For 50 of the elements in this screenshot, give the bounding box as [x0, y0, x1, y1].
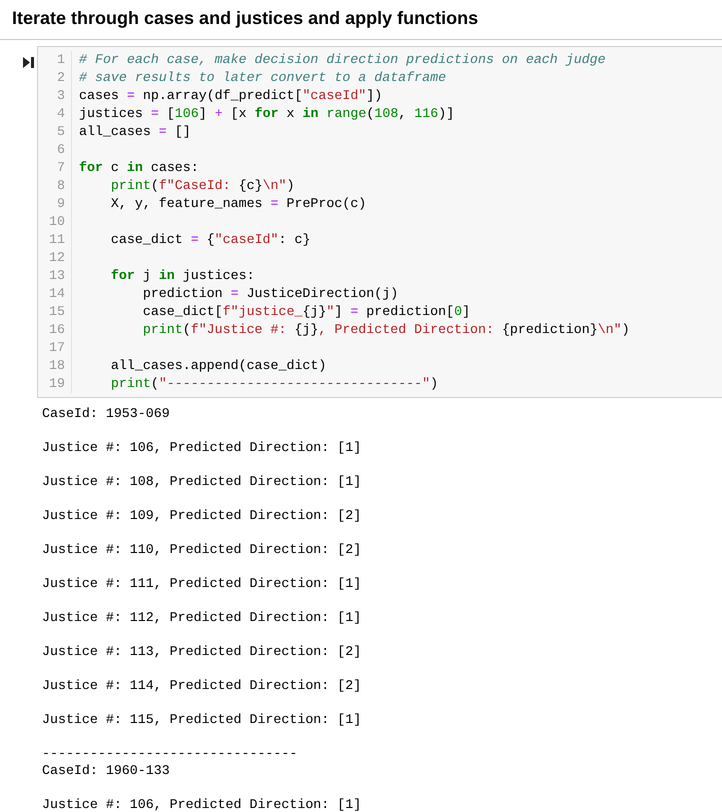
line-number: 16	[48, 321, 66, 339]
line-number: 5	[56, 123, 66, 141]
code-line: all_cases = []	[79, 123, 192, 141]
code-line: X, y, feature_names = PreProc(c)	[110, 195, 368, 213]
section-heading: Iterate through cases and justices and apply functions	[0, 0, 722, 40]
code-line: for j in justices:	[110, 267, 256, 285]
output-line: Justice #: 108, Predicted Direction: [1]	[42, 473, 362, 490]
run-cell-icon[interactable]	[23, 57, 34, 68]
line-number: 12	[48, 249, 66, 267]
line-number: 7	[56, 159, 66, 177]
line-number: 10	[48, 213, 66, 231]
line-number: 4	[56, 105, 66, 123]
code-line: case_dict[f"justice_{j}"] = prediction[0]	[142, 303, 472, 321]
output-line: Justice #: 106, Predicted Direction: [1]	[42, 796, 362, 812]
output-line: Justice #: 111, Predicted Direction: [1]	[42, 575, 362, 592]
code-line: for c in cases:	[79, 159, 200, 177]
line-number: 14	[48, 285, 66, 303]
code-line: print("--------------------------------")	[110, 375, 440, 393]
code-line: # save results to later convert to a dataframe	[79, 69, 448, 87]
output-line: Justice #: 106, Predicted Direction: [1]	[42, 439, 362, 456]
code-line: print(f"CaseId: {c}\n")	[110, 177, 296, 195]
line-number: 1	[56, 51, 66, 69]
line-number: 17	[48, 339, 66, 357]
line-number: 11	[48, 231, 66, 249]
output-line: --------------------------------	[42, 745, 298, 762]
code-line: # For each case, make decision direction predictions on each judge	[79, 51, 607, 69]
output-line: CaseId: 1953-069	[42, 405, 171, 422]
code-line: prediction = JusticeDirection(j)	[142, 285, 400, 303]
output-line: Justice #: 110, Predicted Direction: [2]	[42, 541, 362, 558]
line-number: 18	[48, 357, 66, 375]
line-number: 19	[48, 375, 66, 393]
code-line: case_dict = {"caseId": c}	[110, 231, 312, 249]
output-line: Justice #: 115, Predicted Direction: [1]	[42, 711, 362, 728]
code-line: print(f"Justice #: {j}, Predicted Direction: {prediction}\n")	[142, 321, 630, 339]
line-number: 13	[48, 267, 66, 285]
output-line: Justice #: 113, Predicted Direction: [2]	[42, 643, 362, 660]
output-line: Justice #: 114, Predicted Direction: [2]	[42, 677, 362, 694]
code-editor[interactable]	[37, 46, 722, 398]
code-line: justices = [106] + [x for x in range(108, 116)]	[79, 105, 456, 123]
code-line: all_cases.append(case_dict)	[110, 357, 328, 375]
line-number: 6	[56, 141, 66, 159]
line-number: 15	[48, 303, 66, 321]
line-number: 2	[56, 69, 66, 87]
code-line: cases = np.array(df_predict["caseId"])	[79, 87, 384, 105]
output-line: CaseId: 1960-133	[42, 762, 171, 779]
line-number: 8	[56, 177, 66, 195]
output-line: Justice #: 109, Predicted Direction: [2]	[42, 507, 362, 524]
line-number: 9	[56, 195, 66, 213]
output-line: Justice #: 112, Predicted Direction: [1]	[42, 609, 362, 626]
line-number: 3	[56, 87, 66, 105]
